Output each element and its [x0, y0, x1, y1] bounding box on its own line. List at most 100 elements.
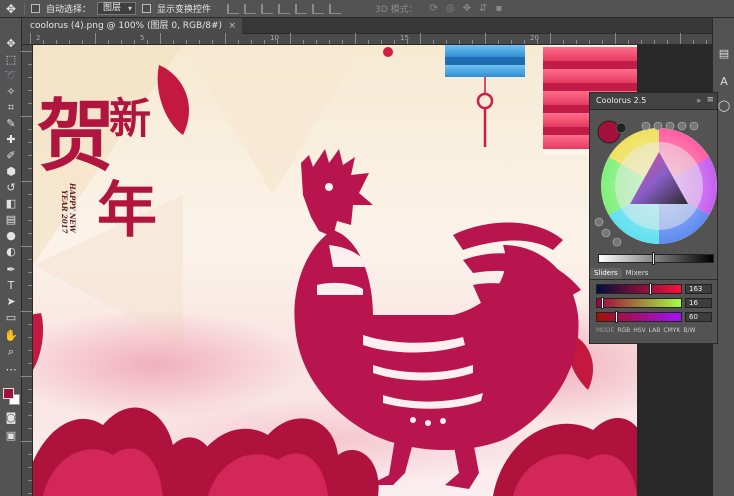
3d-roll-icon[interactable]: ◎ — [446, 3, 455, 14]
slider-track[interactable] — [596, 284, 682, 294]
ruler-tick — [28, 194, 32, 195]
lasso-icon[interactable]: ➰ — [3, 68, 19, 83]
ruler-tick — [28, 350, 32, 351]
move-tool-icon[interactable]: ✥ — [4, 2, 18, 16]
ruler-tick — [303, 40, 304, 44]
marquee-icon[interactable]: ⬚ — [3, 52, 19, 67]
type-icon[interactable]: T — [3, 278, 19, 293]
show-transform-checkbox[interactable] — [142, 4, 152, 13]
eyedropper-icon[interactable]: ✎ — [3, 116, 19, 131]
slider-r[interactable]: 163 — [596, 283, 712, 295]
foreground-color-swatch[interactable] — [3, 388, 14, 399]
history-icon[interactable]: ▤ — [716, 46, 732, 62]
hand-icon[interactable]: ✋ — [3, 328, 19, 343]
poster-artwork: 贺 新 年 HAPPY NEW YEAR 2017 — [33, 45, 637, 496]
grayscale-marker[interactable] — [652, 252, 655, 265]
preset-icon[interactable] — [689, 121, 699, 131]
ruler-tick — [706, 40, 707, 44]
blur-icon[interactable]: ● — [3, 228, 19, 243]
panel-header[interactable]: Coolorus 2.5 » ≡ — [590, 93, 717, 110]
clone-stamp-icon[interactable]: ⬢ — [3, 164, 19, 179]
mode-lab[interactable]: LAB — [649, 327, 661, 334]
document-tab[interactable]: coolorus (4).png @ 100% (图层 0, RGB/8#) × — [22, 18, 243, 34]
vertical-ruler — [21, 45, 33, 496]
ruler-tick — [173, 40, 174, 44]
brush-icon[interactable]: ✐ — [3, 148, 19, 163]
move-icon[interactable]: ✥ — [3, 36, 19, 51]
ruler-tick — [225, 33, 226, 44]
slider-knob[interactable] — [649, 283, 652, 295]
slider-knob[interactable] — [615, 311, 618, 323]
character-icon[interactable]: A — [716, 74, 732, 90]
crop-icon[interactable]: ⌗ — [3, 100, 19, 115]
align-icon[interactable] — [295, 3, 308, 14]
gradient-icon[interactable]: ▤ — [3, 212, 19, 227]
previous-color-swatch[interactable] — [615, 122, 627, 134]
slider-track[interactable] — [596, 312, 682, 322]
align-icon[interactable] — [261, 3, 274, 14]
3d-rotate-icon[interactable]: ⟳ — [430, 3, 438, 14]
eyedropper-icon[interactable] — [594, 217, 604, 227]
color-wheel-area[interactable] — [590, 110, 717, 250]
slider-b[interactable]: 60 — [596, 311, 712, 323]
collapse-icon[interactable]: » — [696, 96, 701, 105]
mode-cmyk[interactable]: CMYK — [663, 327, 680, 334]
mode-bw[interactable]: B/W — [683, 327, 695, 334]
panel-menu-icon[interactable]: ≡ — [706, 95, 714, 105]
path-selection-icon[interactable]: ➤ — [3, 294, 19, 309]
more-tools-icon[interactable]: ⋯ — [3, 362, 19, 377]
preset-icon[interactable] — [641, 121, 651, 131]
preset-icon[interactable] — [665, 121, 675, 131]
pin-icon[interactable] — [612, 237, 622, 247]
ruler-tick — [28, 220, 32, 221]
align-icon[interactable] — [312, 3, 325, 14]
coolorus-dock-icon[interactable]: ◯ — [716, 98, 732, 114]
auto-select-dropdown[interactable]: 图层 — [97, 2, 137, 15]
close-icon[interactable]: × — [228, 18, 236, 34]
3d-scale-icon[interactable]: ▪ — [495, 3, 502, 14]
ruler-tick — [56, 40, 57, 44]
show-transform-label: 显示变换控件 — [157, 5, 212, 15]
3d-pan-icon[interactable]: ✥ — [463, 3, 471, 14]
eraser-icon[interactable]: ◧ — [3, 196, 19, 211]
ruler-tick — [459, 40, 460, 44]
screen-mode-icon[interactable]: ▣ — [3, 428, 19, 443]
quick-mask-icon[interactable]: ◙ — [3, 410, 19, 425]
swap-icon[interactable] — [601, 228, 611, 238]
align-icon[interactable] — [278, 3, 291, 14]
slider-r-value[interactable]: 163 — [685, 284, 712, 294]
preset-icon[interactable] — [653, 121, 663, 131]
calligraphy-xin: 新 — [109, 94, 151, 143]
healing-brush-icon[interactable]: ✚ — [3, 132, 19, 147]
ruler-tick — [355, 33, 356, 44]
shape-icon[interactable]: ▭ — [3, 310, 19, 325]
align-icon[interactable] — [329, 3, 342, 14]
slider-knob[interactable] — [601, 297, 604, 309]
mode-hsv[interactable]: HSV — [633, 327, 645, 334]
ruler-tick — [28, 389, 32, 390]
grayscale-bar[interactable] — [598, 254, 714, 263]
current-color-swatch[interactable] — [597, 120, 621, 144]
ruler-tick — [212, 40, 213, 44]
horizontal-ruler: 2 5 10 15 20 — [22, 33, 712, 45]
auto-select-checkbox[interactable] — [31, 4, 40, 13]
align-icon[interactable] — [227, 3, 240, 14]
slider-g-value[interactable]: 16 — [685, 298, 712, 308]
ruler-tick — [420, 33, 421, 44]
slider-b-value[interactable]: 60 — [685, 312, 712, 322]
align-icon[interactable] — [244, 3, 257, 14]
preset-icon[interactable] — [677, 121, 687, 131]
history-brush-icon[interactable]: ↺ — [3, 180, 19, 195]
slider-g[interactable]: 16 — [596, 297, 712, 309]
document-canvas[interactable]: 贺 新 年 HAPPY NEW YEAR 2017 — [33, 45, 637, 496]
3d-slide-icon[interactable]: ⇵ — [479, 3, 487, 14]
tab-sliders[interactable]: Sliders — [590, 268, 622, 279]
ruler-tick — [238, 40, 239, 44]
tab-mixers[interactable]: Mixers — [622, 268, 653, 279]
zoom-icon[interactable]: ⌕ — [3, 344, 19, 359]
magic-wand-icon[interactable]: ✧ — [3, 84, 19, 99]
pen-icon[interactable]: ✒ — [3, 262, 19, 277]
dodge-icon[interactable]: ◐ — [3, 244, 19, 259]
mode-rgb[interactable]: RGB — [617, 327, 630, 334]
slider-track[interactable] — [596, 298, 682, 308]
